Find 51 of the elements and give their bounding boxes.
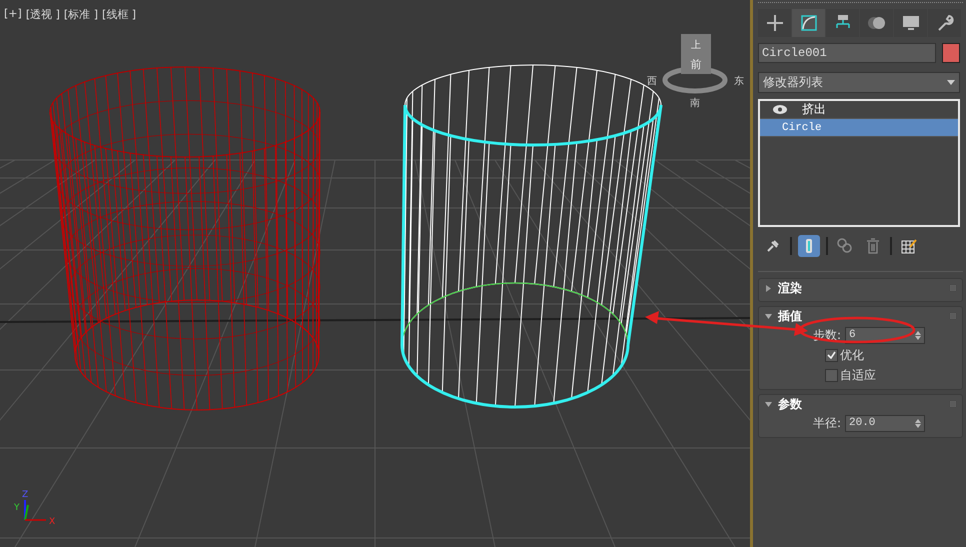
caret-down-icon [765, 312, 772, 320]
checkbox[interactable]: 优化 [825, 346, 864, 364]
compass-label: 南 [690, 98, 700, 109]
rollout-header[interactable]: 渲染 [759, 279, 962, 297]
monitor-icon [902, 14, 920, 32]
panel-tab[interactable] [792, 9, 825, 37]
spinner-label: 半径: [812, 414, 842, 432]
plus-icon [766, 14, 784, 32]
axis-label: Z [22, 490, 28, 500]
cube-top-label: 上 [691, 40, 701, 51]
stack-item[interactable]: Circle [760, 119, 958, 137]
viewport-label[interactable]: [线框 ] [102, 7, 136, 22]
panel-tab[interactable] [894, 9, 927, 37]
check-icon [827, 351, 836, 359]
rollout-header[interactable]: 参数 [759, 395, 962, 413]
circle-icon [866, 14, 886, 32]
spinner-field[interactable]: 20.0 [845, 414, 925, 432]
axis-label: Y [14, 503, 20, 513]
panel-tab[interactable] [928, 9, 961, 37]
panel-tab[interactable] [758, 9, 791, 37]
grid-pencil-icon [901, 238, 917, 254]
caret-down-icon [765, 400, 772, 408]
compass-label: 西 [647, 76, 657, 87]
checkbox-label: 自适应 [840, 366, 876, 384]
compass-label: 东 [734, 76, 744, 87]
viewport-label[interactable]: [透视 ] [26, 7, 60, 22]
axis-label: X [49, 517, 56, 527]
view-cube-drawing[interactable]: 上 前 西 东 南 [647, 34, 744, 109]
color-swatch[interactable] [942, 43, 960, 63]
panel-tab[interactable] [826, 9, 859, 37]
stack-item[interactable]: 挤出 [760, 101, 958, 119]
viewport-label[interactable]: [标准 ] [64, 7, 98, 22]
caret-icon [947, 80, 955, 85]
eye-icon [773, 105, 787, 114]
trash-icon [866, 238, 880, 254]
circles-icon [837, 238, 853, 254]
spinner-arrows-icon [915, 330, 921, 340]
caret-right-icon [765, 284, 772, 292]
cube-face-label: 前 [690, 58, 702, 71]
modifier-list-dropdown[interactable]: 修改器列表 [758, 72, 960, 93]
checkbox-label: 优化 [840, 346, 864, 364]
object-name-field[interactable]: Circle001 [758, 43, 936, 63]
checkbox[interactable]: 自适应 [825, 366, 876, 384]
curve-icon [800, 14, 818, 32]
stack-tool-button[interactable] [798, 235, 820, 257]
rollout-header[interactable]: 插值 [759, 307, 962, 325]
spinner-arrows-icon [915, 418, 921, 428]
viewport-label[interactable]: [+] [4, 7, 22, 22]
tube-icon [804, 238, 814, 254]
panel-tab[interactable] [860, 9, 893, 37]
wrench-icon [936, 14, 954, 32]
